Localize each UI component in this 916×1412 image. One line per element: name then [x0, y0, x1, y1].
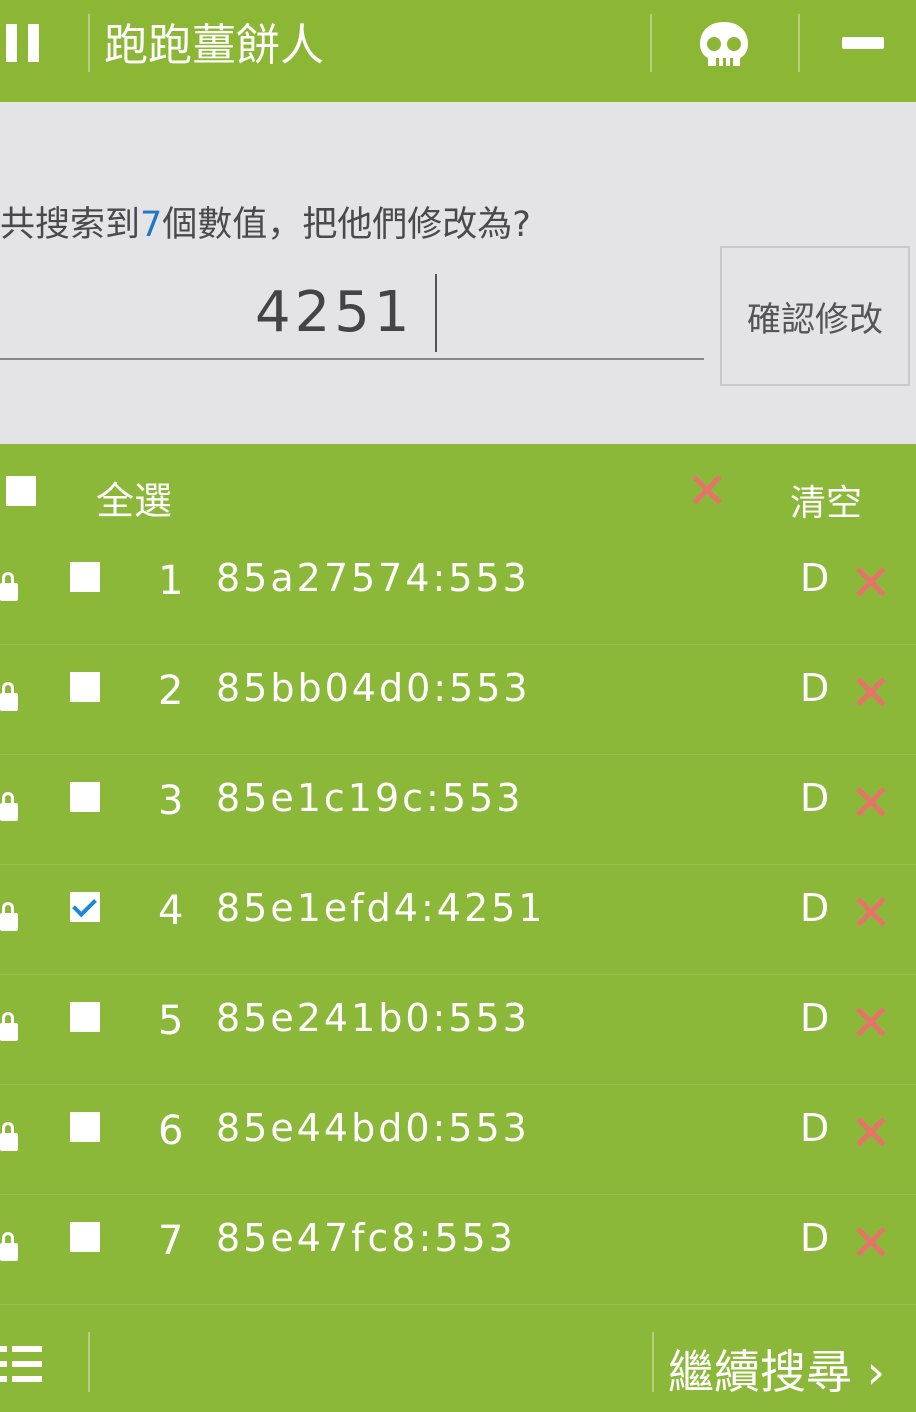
- row-address: 85a27574:553: [216, 556, 530, 600]
- prompt-prefix: 共搜索到: [0, 205, 141, 245]
- continue-search-button[interactable]: 繼續搜尋 ›: [668, 1336, 885, 1402]
- pause-icon[interactable]: [6, 24, 40, 62]
- select-all-label[interactable]: 全選: [96, 470, 172, 525]
- lock-icon[interactable]: [0, 572, 18, 602]
- row-checkbox[interactable]: [70, 1222, 100, 1252]
- lock-icon[interactable]: [0, 682, 18, 712]
- row-checkbox[interactable]: [70, 1112, 100, 1142]
- clear-button[interactable]: 清空: [790, 474, 862, 526]
- row-index: 1: [158, 558, 184, 604]
- row-type: D: [800, 776, 830, 820]
- row-address: 85e241b0:553: [216, 996, 530, 1040]
- row-checkbox[interactable]: [70, 562, 100, 592]
- delete-x-icon[interactable]: ✕: [686, 466, 728, 516]
- top-bar: 跑跑薑餅人: [0, 0, 916, 102]
- row-address: 85bb04d0:553: [216, 666, 531, 710]
- continue-search-label: 繼續搜尋: [668, 1345, 852, 1399]
- row-index: 7: [158, 1218, 184, 1264]
- minimize-icon[interactable]: [842, 37, 884, 49]
- delete-x-icon[interactable]: ✕: [850, 668, 892, 718]
- menu-list-icon[interactable]: [0, 1346, 44, 1382]
- list-item[interactable]: 7 85e47fc8:553 D ✕: [0, 1194, 916, 1305]
- bottom-bar: 繼續搜尋 ›: [0, 1322, 916, 1412]
- delete-x-icon[interactable]: ✕: [850, 1218, 892, 1268]
- result-prompt: 共搜索到7個數值，把他們修改為?: [0, 196, 531, 247]
- divider: [650, 14, 652, 72]
- list-item[interactable]: 4 85e1efd4:4251 D ✕: [0, 864, 916, 975]
- lock-icon[interactable]: [0, 1012, 18, 1042]
- row-address: 85e47fc8:553: [216, 1216, 516, 1260]
- lock-icon[interactable]: [0, 792, 18, 822]
- select-all-checkbox[interactable]: [6, 476, 36, 506]
- chevron-right-icon: ›: [852, 1345, 886, 1399]
- list-item[interactable]: 5 85e241b0:553 D ✕: [0, 974, 916, 1085]
- prompt-suffix: 個數值，把他們修改為?: [162, 205, 531, 245]
- confirm-edit-button[interactable]: 確認修改: [720, 246, 910, 386]
- row-index: 6: [158, 1108, 184, 1154]
- row-index: 5: [158, 998, 184, 1044]
- delete-x-icon[interactable]: ✕: [850, 998, 892, 1048]
- row-address: 85e44bd0:553: [216, 1106, 530, 1150]
- row-index: 4: [158, 888, 184, 934]
- row-checkbox[interactable]: [70, 782, 100, 812]
- row-type: D: [800, 1106, 830, 1150]
- row-address: 85e1c19c:553: [216, 776, 524, 820]
- divider: [88, 1332, 90, 1392]
- new-value-input[interactable]: 4251: [0, 270, 704, 360]
- row-checkbox[interactable]: [70, 672, 100, 702]
- divider: [88, 14, 90, 72]
- skull-icon[interactable]: [698, 20, 750, 70]
- row-index: 3: [158, 778, 184, 824]
- result-count: 7: [140, 205, 163, 245]
- divider: [798, 14, 800, 72]
- delete-x-icon[interactable]: ✕: [850, 558, 892, 608]
- row-type: D: [800, 1216, 830, 1260]
- row-type: D: [800, 886, 830, 930]
- row-type: D: [800, 556, 830, 600]
- list-item[interactable]: 1 85a27574:553 D ✕: [0, 534, 916, 645]
- lock-icon[interactable]: [0, 1232, 18, 1262]
- row-index: 2: [158, 668, 184, 714]
- row-checkbox[interactable]: [70, 1002, 100, 1032]
- delete-x-icon[interactable]: ✕: [850, 1108, 892, 1158]
- lock-icon[interactable]: [0, 902, 18, 932]
- row-type: D: [800, 996, 830, 1040]
- divider: [652, 1332, 654, 1392]
- list-item[interactable]: 3 85e1c19c:553 D ✕: [0, 754, 916, 865]
- text-caret: [435, 274, 437, 352]
- delete-x-icon[interactable]: ✕: [850, 888, 892, 938]
- row-type: D: [800, 666, 830, 710]
- new-value-text[interactable]: 4251: [255, 278, 414, 348]
- lock-icon[interactable]: [0, 1122, 18, 1152]
- row-checkbox[interactable]: [70, 892, 100, 922]
- delete-x-icon[interactable]: ✕: [850, 778, 892, 828]
- list-item[interactable]: 6 85e44bd0:553 D ✕: [0, 1084, 916, 1195]
- list-item[interactable]: 2 85bb04d0:553 D ✕: [0, 644, 916, 755]
- row-address: 85e1efd4:4251: [216, 886, 546, 930]
- app-title: 跑跑薑餅人: [104, 20, 324, 71]
